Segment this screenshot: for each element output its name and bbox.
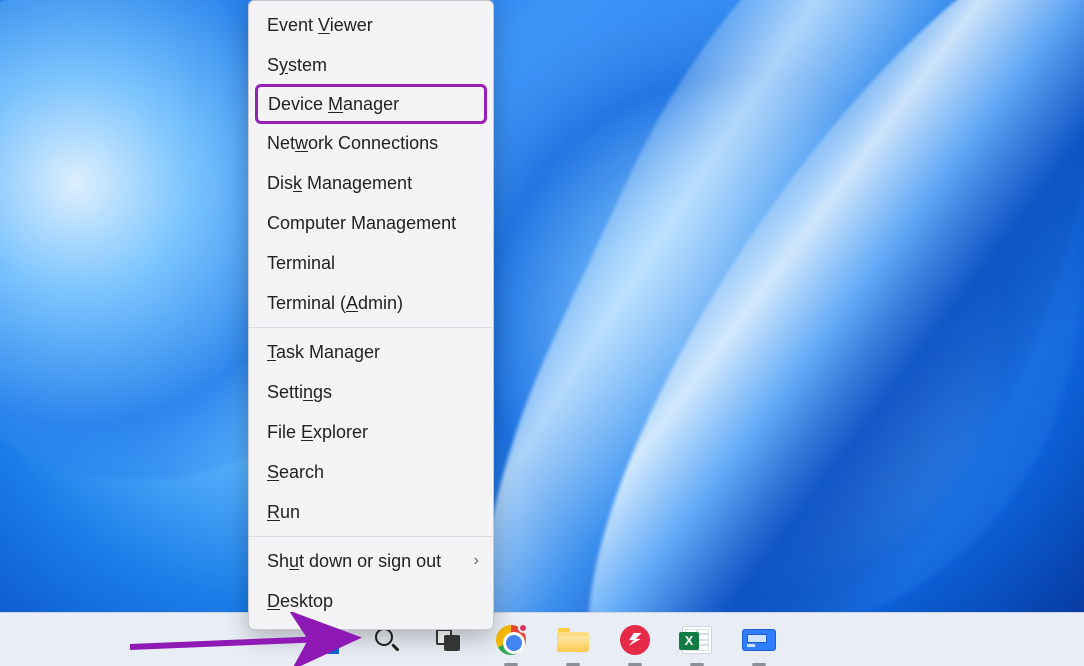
menu-item-device-manager[interactable]: Device Manager (255, 84, 487, 124)
menu-item-settings[interactable]: Settings (249, 372, 493, 412)
menu-item-label: Run (267, 502, 300, 523)
menu-item-label: Disk Management (267, 173, 412, 194)
menu-separator (249, 327, 493, 328)
menu-item-system[interactable]: System (249, 45, 493, 85)
menu-item-task-manager[interactable]: Task Manager (249, 332, 493, 372)
menu-item-label: Task Manager (267, 342, 380, 363)
menu-item-label: Search (267, 462, 324, 483)
menu-item-label: Terminal (267, 253, 335, 274)
chrome-app[interactable] (491, 620, 531, 660)
menu-item-label: Settings (267, 382, 332, 403)
menu-item-computer-management[interactable]: Computer Management (249, 203, 493, 243)
blue-window-icon (742, 629, 776, 651)
menu-item-shut-down[interactable]: Shut down or sign out › (249, 541, 493, 581)
excel-icon: X (682, 626, 712, 654)
menu-item-desktop[interactable]: Desktop (249, 581, 493, 621)
menu-item-terminal-admin[interactable]: Terminal (Admin) (249, 283, 493, 323)
menu-item-label: Terminal (Admin) (267, 293, 403, 314)
excel-app[interactable]: X (677, 620, 717, 660)
magnifying-glass-icon (374, 627, 400, 653)
menu-item-disk-management[interactable]: Disk Management (249, 163, 493, 203)
task-view-icon (436, 629, 462, 651)
power-user-menu: Event Viewer System Device Manager Network … (248, 0, 494, 630)
menu-separator (249, 536, 493, 537)
red-circle-app[interactable] (615, 620, 655, 660)
chrome-icon (496, 625, 526, 655)
menu-item-file-explorer[interactable]: File Explorer (249, 412, 493, 452)
desktop-wallpaper: Event Viewer System Device Manager Network … (0, 0, 1084, 666)
menu-item-search[interactable]: Search (249, 452, 493, 492)
taskbar: X (0, 612, 1084, 666)
menu-item-network-connections[interactable]: Network Connections (249, 123, 493, 163)
menu-item-run[interactable]: Run (249, 492, 493, 532)
menu-item-terminal[interactable]: Terminal (249, 243, 493, 283)
chevron-right-icon: › (474, 552, 479, 570)
menu-item-label: Network Connections (267, 133, 438, 154)
menu-item-label: Event Viewer (267, 15, 373, 36)
menu-item-event-viewer[interactable]: Event Viewer (249, 5, 493, 45)
menu-item-label: File Explorer (267, 422, 368, 443)
menu-item-label: Device Manager (268, 94, 399, 115)
blue-window-app[interactable] (739, 620, 779, 660)
menu-item-label: Shut down or sign out (267, 551, 441, 572)
file-explorer-app[interactable] (553, 620, 593, 660)
red-bolt-icon (620, 625, 650, 655)
folder-icon (557, 628, 589, 652)
menu-item-label: Computer Management (267, 213, 456, 234)
menu-item-label: Desktop (267, 591, 333, 612)
menu-item-label: System (267, 55, 327, 76)
